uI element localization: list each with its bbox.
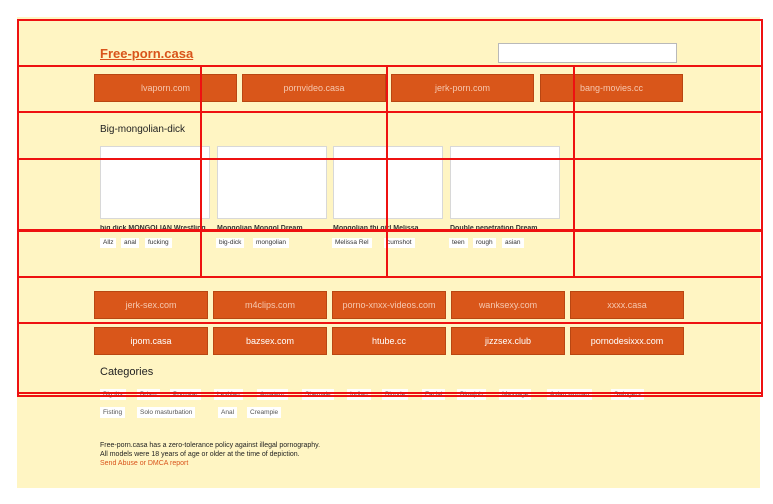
video-tag[interactable]: teen [449,238,468,248]
top-link-button[interactable]: lvaporn.com [94,74,237,102]
top-link-button[interactable]: bang-movies.cc [540,74,683,102]
partner-link-button[interactable]: wanksexy.com [451,291,565,319]
category-link[interactable]: Creampie [247,407,282,418]
video-thumbnail[interactable] [217,146,327,219]
site-logo-link[interactable]: Free-porn.casa [100,46,193,61]
video-thumbnail[interactable] [100,146,210,219]
top-link-button[interactable]: jerk-porn.com [391,74,534,102]
category-link[interactable]: Fisting [100,407,126,418]
category-link[interactable]: Pornstar [170,389,201,400]
video-title[interactable]: big dick MONGOLIAN Wrestling [100,225,212,232]
partner-link-button[interactable]: jizzsex.club [451,327,565,355]
category-link[interactable]: Amateur [257,389,288,400]
categories-heading: Categories [100,366,154,378]
partner-link-button[interactable]: xxxx.casa [570,291,684,319]
category-link[interactable]: Anal [218,407,238,418]
video-tag[interactable]: Allz [100,238,117,248]
partner-link-button[interactable]: htube.cc [332,327,446,355]
video-title[interactable]: Mongolian Mongol Dream [217,225,329,232]
top-link-button[interactable]: pornvideo.casa [242,74,386,102]
legal-notice: Free-porn.casa has a zero-tolerance poli… [100,442,321,449]
video-tag[interactable]: cumshot [384,238,415,248]
video-thumbnail[interactable] [450,146,560,219]
category-link[interactable]: Massage [499,389,532,400]
category-link[interactable]: Lesbian [214,389,243,400]
category-link[interactable]: Facial [422,389,446,400]
category-link[interactable]: Solo masturbation [137,407,196,418]
video-title[interactable]: Double penetration Dream [450,225,562,232]
abuse-report-link[interactable]: Send Abuse or DMCA report [100,460,188,467]
search-input[interactable] [498,43,677,63]
video-tag[interactable]: mongolian [253,238,289,248]
video-tag[interactable]: Melissa Rel [332,238,372,248]
partner-link-button[interactable]: porno-xnxx-videos.com [332,291,446,319]
gallery-heading: Big-mongolian-dick [100,124,186,135]
category-link[interactable]: Big tits [100,389,126,400]
category-link[interactable]: Indian [347,389,371,400]
category-link[interactable]: Swingers [611,389,644,400]
partner-link-button[interactable]: bazsex.com [213,327,327,355]
partner-link-button[interactable]: ipom.casa [94,327,208,355]
category-link[interactable]: Bdsm [137,389,160,400]
video-title[interactable]: Mongolian thi girl Melissa [333,225,445,232]
page-container: Free-porn.casa lvaporn.com pornvideo.cas… [17,17,760,488]
category-link[interactable]: Blonde [382,389,409,400]
category-link[interactable]: Blowjob [457,389,486,400]
partner-link-button[interactable]: jerk-sex.com [94,291,208,319]
age-notice: All models were 18 years of age or older… [100,451,300,458]
video-tag[interactable]: rough [473,238,496,248]
video-tag[interactable]: asian [502,238,524,248]
partner-link-button[interactable]: m4clips.com [213,291,327,319]
video-tag[interactable]: fucking [145,238,172,248]
category-link[interactable]: Shemale [302,389,334,400]
partner-link-button[interactable]: pornodesixxx.com [570,327,684,355]
video-tag[interactable]: big-dick [216,238,245,248]
video-tag[interactable]: anal [121,238,140,248]
category-link[interactable]: Asian woman [547,389,593,400]
video-thumbnail[interactable] [333,146,443,219]
